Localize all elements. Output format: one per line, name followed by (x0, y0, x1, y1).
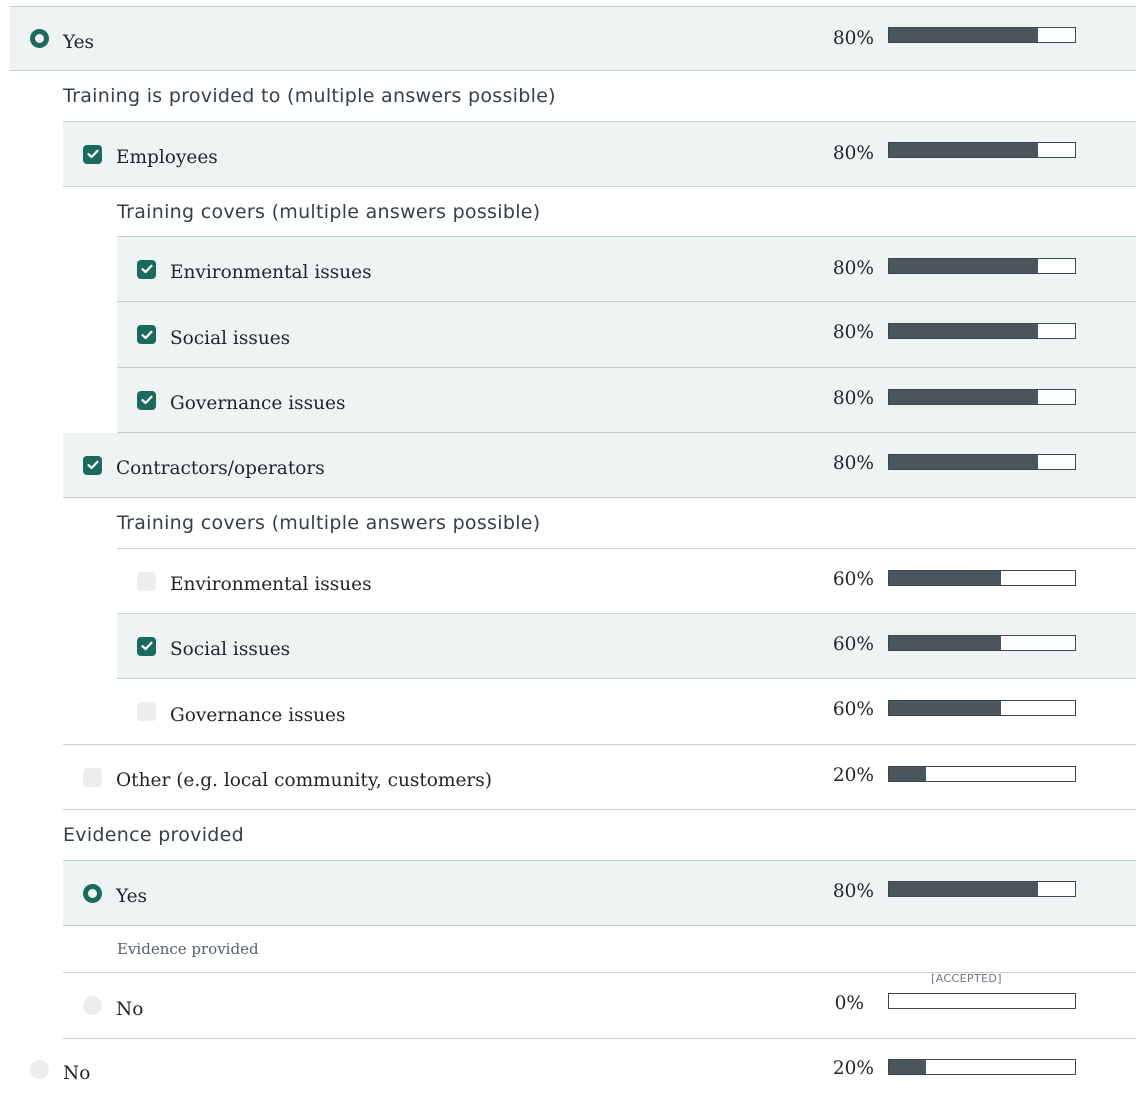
checkbox-checked-icon[interactable] (137, 390, 156, 410)
radio-unselected-icon[interactable] (30, 1060, 49, 1079)
radio-selected-icon[interactable] (30, 29, 49, 48)
percent-text: 20% (832, 765, 874, 786)
progress-bar (888, 1059, 1076, 1075)
accepted-badge: [ACCEPTED] (931, 972, 1002, 985)
option-yes-row[interactable]: Yes 80% (10, 6, 1136, 71)
progress-bar (888, 142, 1076, 158)
percent-text: 20% (832, 1058, 874, 1079)
progress-bar (888, 993, 1076, 1009)
option-employees-row[interactable]: Employees 80% (63, 122, 1136, 187)
percent-text: 60% (832, 569, 874, 590)
percent-text: 80% (832, 322, 874, 343)
checkbox-checked-icon[interactable] (137, 636, 156, 656)
checkbox-unchecked-icon[interactable] (137, 571, 156, 591)
percent-text: 60% (832, 634, 874, 655)
progress-fill (889, 324, 1038, 338)
section-heading-training-provided: Training is provided to (multiple answer… (63, 71, 1136, 122)
progress-bar (888, 389, 1076, 405)
option-emp-governance-row[interactable]: Governance issues 80% (117, 368, 1136, 433)
progress-fill (889, 636, 1001, 650)
progress-fill (889, 882, 1038, 896)
percent-text: 80% (832, 143, 874, 164)
option-con-governance-row[interactable]: Governance issues 60% (117, 679, 1136, 744)
progress-bar (888, 570, 1076, 586)
progress-fill (889, 701, 1001, 715)
progress-fill (889, 455, 1038, 469)
evidence-note-text: Evidence provided (117, 940, 259, 958)
progress-fill (889, 390, 1038, 404)
progress-bar (888, 454, 1076, 470)
progress-fill (889, 1060, 927, 1074)
progress-bar (888, 258, 1076, 274)
progress-fill (889, 571, 1001, 585)
option-evidence-yes-row[interactable]: Yes 80% (63, 861, 1136, 926)
evidence-note: Evidence provided (63, 926, 1136, 973)
percent-text: 80% (832, 453, 874, 474)
section-heading-text: Training covers (multiple answers possib… (117, 512, 541, 534)
section-heading-employees-covers: Training covers (multiple answers possib… (117, 187, 1136, 237)
progress-bar (888, 766, 1076, 782)
percent-text: 80% (832, 388, 874, 409)
checkbox-checked-icon[interactable] (137, 325, 156, 344)
progress-fill (889, 28, 1038, 42)
checkbox-checked-icon[interactable] (83, 455, 102, 475)
option-emp-social-row[interactable]: Social issues 80% (117, 302, 1136, 368)
percent-text: 60% (832, 699, 874, 720)
option-con-social-row[interactable]: Social issues 60% (117, 614, 1136, 679)
radio-unselected-icon[interactable] (83, 996, 102, 1015)
percent-text: 80% (832, 881, 874, 902)
section-heading-text: Training covers (multiple answers possib… (117, 200, 541, 223)
progress-fill (889, 767, 927, 781)
progress-bar (888, 881, 1076, 897)
option-con-environmental-row[interactable]: Environmental issues 60% (117, 549, 1136, 614)
section-heading-contractors-covers: Training covers (multiple answers possib… (117, 498, 1136, 549)
progress-fill (889, 259, 1038, 273)
progress-bar (888, 700, 1076, 716)
option-other-row[interactable]: Other (e.g. local community, customers) … (63, 744, 1136, 810)
option-contractors-row[interactable]: Contractors/operators 80% (63, 433, 1136, 498)
progress-bar (888, 635, 1076, 651)
checkbox-unchecked-icon[interactable] (83, 767, 102, 787)
option-evidence-no-row[interactable]: No [ACCEPTED] 0% (63, 972, 1136, 1039)
checkbox-checked-icon[interactable] (137, 259, 156, 279)
percent-text: 80% (832, 28, 874, 49)
option-no-row[interactable]: No 20% (10, 1039, 1136, 1100)
progress-bar (888, 27, 1076, 43)
section-heading-evidence: Evidence provided (63, 810, 1136, 861)
section-heading-text: Evidence provided (63, 824, 245, 846)
checkbox-unchecked-icon[interactable] (137, 702, 156, 721)
percent-text: 0% (834, 993, 864, 1014)
section-heading-text: Training is provided to (multiple answer… (63, 85, 556, 107)
progress-fill (889, 143, 1038, 157)
checkbox-checked-icon[interactable] (83, 144, 102, 164)
progress-bar (888, 323, 1076, 339)
radio-selected-icon[interactable] (83, 883, 102, 903)
percent-text: 80% (832, 258, 874, 279)
option-emp-environmental-row[interactable]: Environmental issues 80% (117, 237, 1136, 302)
